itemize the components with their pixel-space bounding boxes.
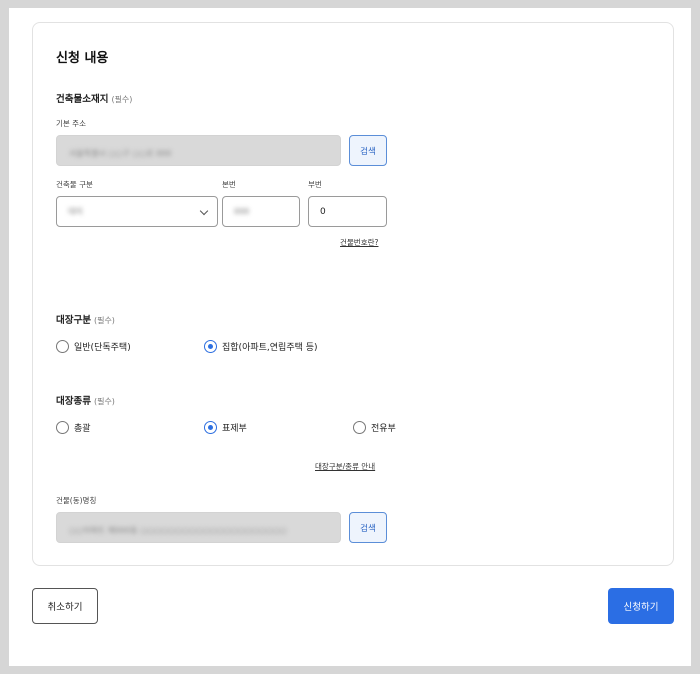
- building-type-select[interactable]: 대지: [56, 196, 218, 227]
- radio-general-label: 일반(단독주택): [74, 343, 131, 353]
- page: 신청 내용 건축물소재지 (필수) 기본 주소 서울특별시 ○○구 ○○로 000…: [9, 8, 691, 666]
- ledger-guide-link[interactable]: 대장구분/종류 안내: [315, 461, 375, 472]
- building-search-button[interactable]: 검색: [349, 512, 387, 543]
- building-type-value: 대지: [68, 207, 83, 216]
- building-name-value: ○○아파트 제000동 ○○○○○○○○○○○○○○○○○○○○○: [69, 526, 287, 535]
- radio-exclusive-section-label: 전유부: [371, 424, 396, 434]
- submit-button[interactable]: 신청하기: [608, 588, 674, 624]
- main-number-value: 000: [234, 207, 250, 216]
- sub-number-value: 0: [320, 206, 326, 217]
- main-number-input[interactable]: 000: [222, 196, 300, 227]
- ledger-type-required: (필수): [93, 316, 115, 325]
- ledger-kind-title: 대장종류: [56, 396, 91, 407]
- main-number-label: 본번: [222, 180, 236, 189]
- sub-number-input[interactable]: 0: [308, 196, 387, 227]
- sub-number-label: 부번: [308, 180, 322, 189]
- radio-collective[interactable]: 집합(아파트,연립주택 등): [204, 340, 318, 353]
- address-search-button[interactable]: 검색: [349, 135, 387, 166]
- radio-circle-selected: [204, 421, 217, 434]
- radio-circle: [353, 421, 366, 434]
- card-title: 신청 내용: [56, 51, 109, 66]
- ledger-type-section-title: 대장구분 (필수): [56, 312, 115, 326]
- building-number-help-link[interactable]: 건물번호란?: [340, 237, 378, 248]
- radio-circle: [56, 421, 69, 434]
- radio-collective-label: 집합(아파트,연립주택 등): [222, 343, 318, 353]
- application-card: 신청 내용 건축물소재지 (필수) 기본 주소 서울특별시 ○○구 ○○로 000…: [32, 22, 674, 566]
- address-label: 기본 주소: [56, 119, 86, 128]
- chevron-down-icon: [199, 206, 209, 216]
- address-value: 서울특별시 ○○구 ○○로 000: [69, 149, 172, 158]
- location-title: 건축물소재지: [56, 94, 109, 105]
- radio-title-section-label: 표제부: [222, 424, 247, 434]
- building-type-label: 건축물 구분: [56, 180, 93, 189]
- radio-summary[interactable]: 총괄: [56, 421, 91, 434]
- radio-exclusive-section[interactable]: 전유부: [353, 421, 396, 434]
- ledger-kind-required: (필수): [93, 397, 115, 406]
- radio-general[interactable]: 일반(단독주택): [56, 340, 131, 353]
- ledger-type-title: 대장구분: [56, 315, 91, 326]
- ledger-kind-section-title: 대장종류 (필수): [56, 393, 115, 407]
- radio-title-section[interactable]: 표제부: [204, 421, 247, 434]
- radio-circle: [56, 340, 69, 353]
- building-name-label: 건물(동)명칭: [56, 496, 97, 505]
- radio-circle-selected: [204, 340, 217, 353]
- building-name-input[interactable]: ○○아파트 제000동 ○○○○○○○○○○○○○○○○○○○○○: [56, 512, 341, 543]
- location-section-title: 건축물소재지 (필수): [56, 91, 132, 105]
- location-required: (필수): [111, 95, 133, 104]
- address-input[interactable]: 서울특별시 ○○구 ○○로 000: [56, 135, 341, 166]
- cancel-button[interactable]: 취소하기: [32, 588, 98, 624]
- radio-summary-label: 총괄: [74, 424, 91, 434]
